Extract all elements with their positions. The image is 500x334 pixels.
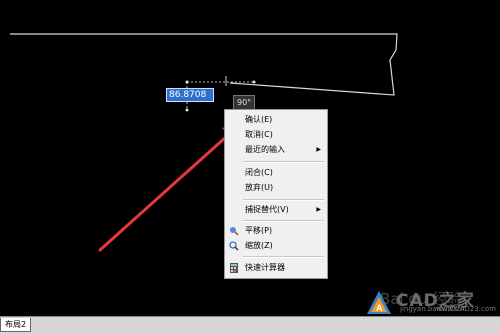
calculator-icon [229,263,239,273]
menu-item-pan[interactable]: 平移(P) [225,224,327,238]
menu-item-recent-input[interactable]: 最近的输入 ▶ [225,143,327,157]
cad-logo-icon: A [367,291,391,314]
menu-item-cancel[interactable]: 取消(C) [225,128,327,142]
menu-item-label: 确认(E) [245,115,273,124]
grip-point [252,80,256,84]
layout-tab-bar: 布局2 [0,316,500,334]
menu-item-close[interactable]: 闭合(C) [225,166,327,180]
svg-text:A: A [376,303,383,313]
submenu-arrow-icon: ▶ [316,206,321,213]
menu-item-label: 取消(C) [245,130,273,139]
menu-item-quick-calculator[interactable]: 快速计算器 [225,261,327,275]
menu-item-snap-override[interactable]: 捕捉替代(V) ▶ [225,203,327,217]
menu-item-zoom[interactable]: 缩放(Z) [225,239,327,253]
menu-separator [243,161,324,163]
menu-item-label: 缩放(Z) [245,241,273,250]
menu-item-confirm[interactable]: 确认(E) [225,113,327,127]
menu-item-label: 最近的输入 [245,145,285,154]
menu-item-label: 平移(P) [245,226,273,235]
menu-item-label: 捕捉替代(V) [245,205,289,214]
zoom-icon [229,241,239,251]
submenu-arrow-icon: ▶ [316,146,321,153]
menu-separator [243,220,324,222]
menu-item-label: 闭合(C) [245,168,273,177]
grip-point [185,108,189,112]
angle-tooltip: 90° [233,95,256,110]
layout-tab[interactable]: 布局2 [0,318,32,332]
pan-icon [229,226,239,236]
watermark-url: www.CAD23.com [436,305,496,313]
annotation-arrow-shaft [98,126,238,252]
menu-separator [243,199,324,201]
context-menu: 确认(E) 取消(C) 最近的输入 ▶ 闭合(C) 放弃(U) 捕捉替代(V) … [224,109,328,279]
menu-item-label: 放弃(U) [245,183,274,192]
menu-item-undo[interactable]: 放弃(U) [225,181,327,195]
dynamic-input-field[interactable]: 86.8708 [166,88,214,102]
grip-point [185,80,189,84]
drawn-polyline [10,33,398,96]
menu-item-label: 快速计算器 [245,263,285,272]
menu-separator [243,256,324,258]
